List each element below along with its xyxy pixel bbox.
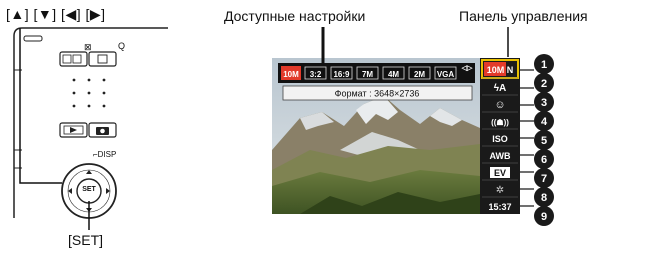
scroll-indicator-icon: ◁▷ — [461, 65, 473, 72]
format-label: Формат : 3648×2736 — [335, 89, 420, 99]
callout-number-4: 4 — [541, 116, 548, 128]
callout-markers — [520, 54, 554, 226]
callout-number-3: 3 — [541, 97, 547, 109]
option-4m[interactable]: 4M — [388, 70, 399, 79]
callout-number-7: 7 — [541, 173, 547, 185]
panel-item-anti-shake[interactable]: ((☗)) — [491, 118, 509, 127]
screen-illustration: 10M 3:2 16:9 7M 4M 2M VGA ◁▷ Формат : 36… — [272, 27, 554, 226]
panel-item-date-time[interactable]: 15:37 — [488, 202, 511, 212]
option-3-2[interactable]: 3:2 — [310, 70, 322, 79]
callout-number-8: 8 — [541, 192, 547, 204]
callout-number-5: 5 — [541, 135, 547, 147]
panel-item-white-balance[interactable]: AWB — [490, 151, 511, 161]
panel-item-ev-shift[interactable]: EV — [494, 168, 506, 178]
callout-number-6: 6 — [541, 154, 547, 166]
callout-number-2: 2 — [541, 78, 547, 90]
option-7m[interactable]: 7M — [362, 70, 373, 79]
option-vga[interactable]: VGA — [437, 70, 455, 79]
panel-item-face-detection[interactable]: ☺ — [494, 99, 505, 111]
panel-item-iso[interactable]: ISO — [492, 134, 508, 144]
option-10m[interactable]: 10M — [283, 70, 299, 79]
option-2m[interactable]: 2M — [414, 70, 425, 79]
panel-item-flash[interactable]: ϟA — [494, 83, 507, 94]
panel-item-lighting[interactable]: ✲ — [496, 185, 504, 196]
callout-number-9: 9 — [541, 211, 547, 223]
callout-number-1: 1 — [541, 59, 547, 71]
option-16-9[interactable]: 16:9 — [333, 70, 350, 79]
panel-item-image-size[interactable]: 10M N — [487, 65, 514, 75]
